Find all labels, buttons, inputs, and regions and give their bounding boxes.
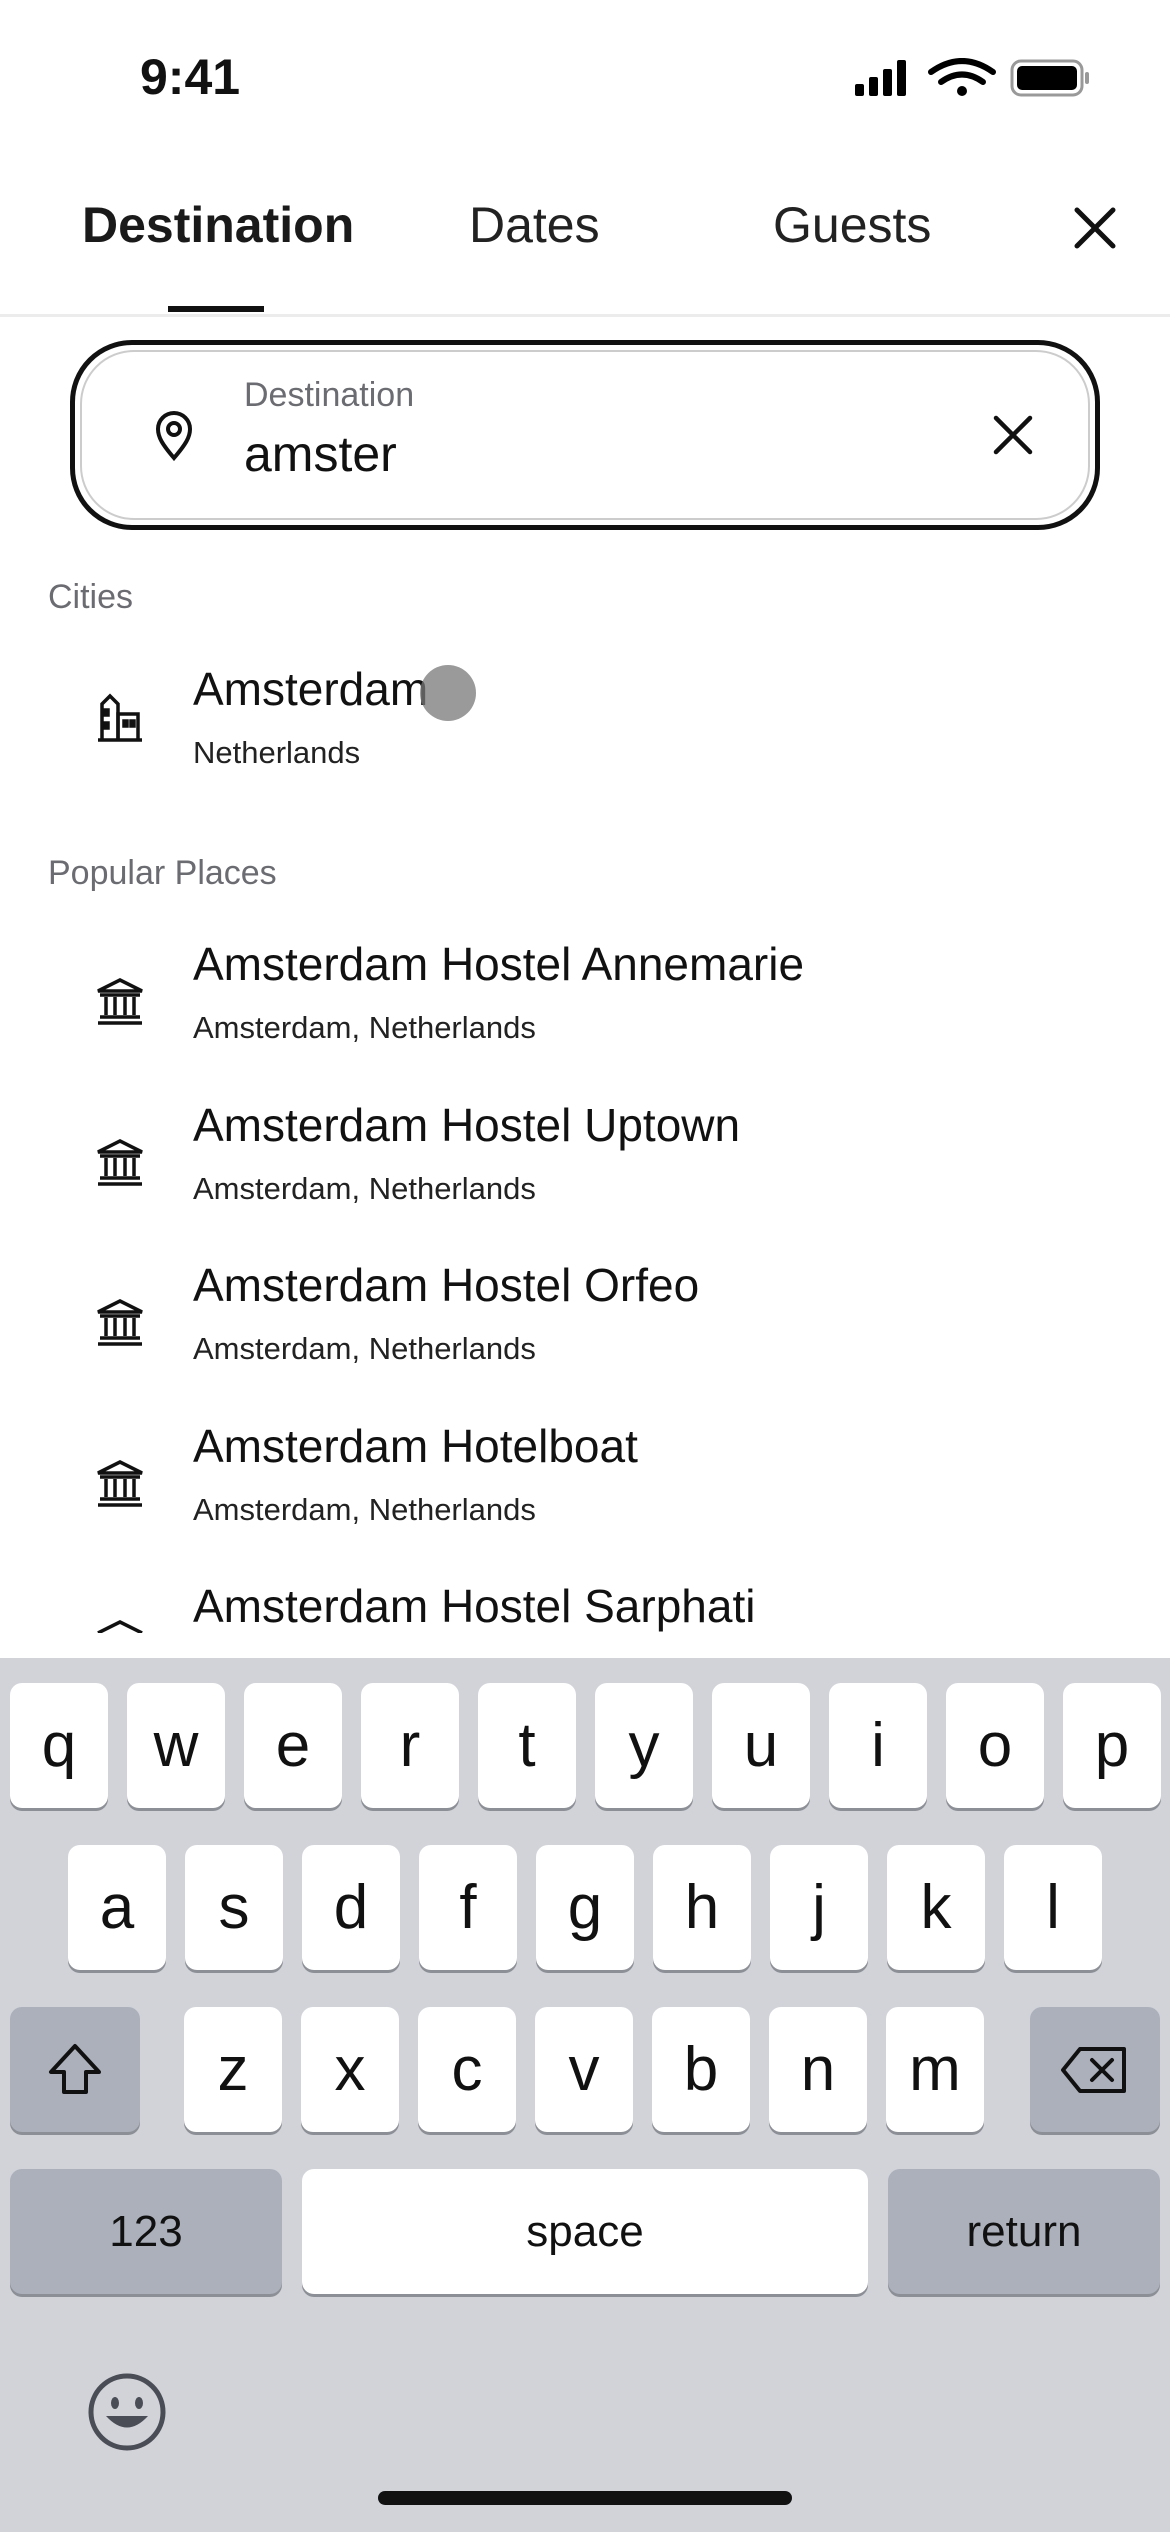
key-o[interactable]: o: [946, 1683, 1044, 1808]
key-u[interactable]: u: [712, 1683, 810, 1808]
destination-search-field[interactable]: [70, 340, 1100, 530]
landmark-icon: [97, 1299, 143, 1346]
place-name: Amsterdam Hotelboat: [193, 1420, 638, 1472]
key-a[interactable]: a: [68, 1845, 166, 1970]
landmark-icon: [97, 978, 143, 1025]
search-label: Destination: [244, 376, 415, 414]
key-j[interactable]: j: [770, 1845, 868, 1970]
return-key[interactable]: return: [888, 2169, 1160, 2294]
status-time: 9:41: [140, 49, 241, 105]
key-d[interactable]: d: [302, 1845, 400, 1970]
tab-guests[interactable]: Guests: [773, 196, 931, 254]
key-h[interactable]: h: [653, 1845, 751, 1970]
home-indicator[interactable]: [378, 2491, 792, 2505]
landmark-icon: [97, 1620, 143, 1633]
place-location: Amsterdam, Netherlands: [193, 1331, 536, 1366]
key-p[interactable]: p: [1063, 1683, 1161, 1808]
list-item-city[interactable]: [0, 650, 1170, 780]
key-v[interactable]: v: [535, 2007, 633, 2132]
key-w[interactable]: w: [127, 1683, 225, 1808]
shift-key[interactable]: [10, 2007, 140, 2132]
search-input[interactable]: amster: [244, 425, 397, 483]
place-name: Amsterdam Hostel Uptown: [193, 1099, 741, 1151]
active-tab-indicator: [168, 306, 264, 312]
place-location: Amsterdam, Netherlands: [193, 1010, 536, 1045]
place-name: Amsterdam Hostel Orfeo: [193, 1259, 700, 1311]
section-popular-places: Popular Places: [48, 854, 277, 892]
location-pin-icon: [155, 411, 193, 462]
clear-search-icon[interactable]: [993, 415, 1033, 455]
backspace-icon: [1061, 2046, 1126, 2093]
status-icons: [855, 58, 1089, 97]
place-name: Amsterdam Hostel Sarphati: [193, 1580, 756, 1632]
key-r[interactable]: r: [361, 1683, 459, 1808]
key-c[interactable]: c: [418, 2007, 516, 2132]
city-buildings-icon: [98, 693, 142, 742]
battery-icon: [1010, 59, 1089, 97]
wifi-icon: [928, 58, 996, 85]
numbers-key[interactable]: 123: [10, 2169, 282, 2294]
shift-icon: [49, 2043, 101, 2094]
key-x[interactable]: x: [301, 2007, 399, 2132]
emoji-icon[interactable]: [86, 2371, 168, 2453]
touch-indicator: [420, 665, 476, 721]
key-b[interactable]: b: [652, 2007, 750, 2132]
divider: [0, 314, 1170, 317]
key-l[interactable]: l: [1004, 1845, 1102, 1970]
key-m[interactable]: m: [886, 2007, 984, 2132]
tab-destination[interactable]: Destination: [82, 196, 354, 254]
tab-dates[interactable]: Dates: [469, 196, 600, 254]
key-n[interactable]: n: [769, 2007, 867, 2132]
space-key[interactable]: space: [302, 2169, 868, 2294]
signal-icon: [855, 60, 906, 96]
city-name: Amsterdam: [193, 663, 429, 715]
key-k[interactable]: k: [887, 1845, 985, 1970]
city-country: Netherlands: [193, 735, 361, 770]
place-location: Amsterdam, Netherlands: [193, 1171, 536, 1206]
key-g[interactable]: g: [536, 1845, 634, 1970]
backspace-key[interactable]: [1030, 2007, 1160, 2132]
close-icon[interactable]: [1073, 206, 1117, 250]
landmark-icon: [97, 1460, 143, 1507]
place-location: Amsterdam, Netherlands: [193, 1492, 536, 1527]
key-y[interactable]: y: [595, 1683, 693, 1808]
landmark-icon: [97, 1139, 143, 1186]
key-t[interactable]: t: [478, 1683, 576, 1808]
key-q[interactable]: q: [10, 1683, 108, 1808]
key-i[interactable]: i: [829, 1683, 927, 1808]
key-f[interactable]: f: [419, 1845, 517, 1970]
key-e[interactable]: e: [244, 1683, 342, 1808]
place-name: Amsterdam Hostel Annemarie: [193, 938, 805, 990]
key-z[interactable]: z: [184, 2007, 282, 2132]
key-s[interactable]: s: [185, 1845, 283, 1970]
section-cities: Cities: [48, 578, 134, 616]
